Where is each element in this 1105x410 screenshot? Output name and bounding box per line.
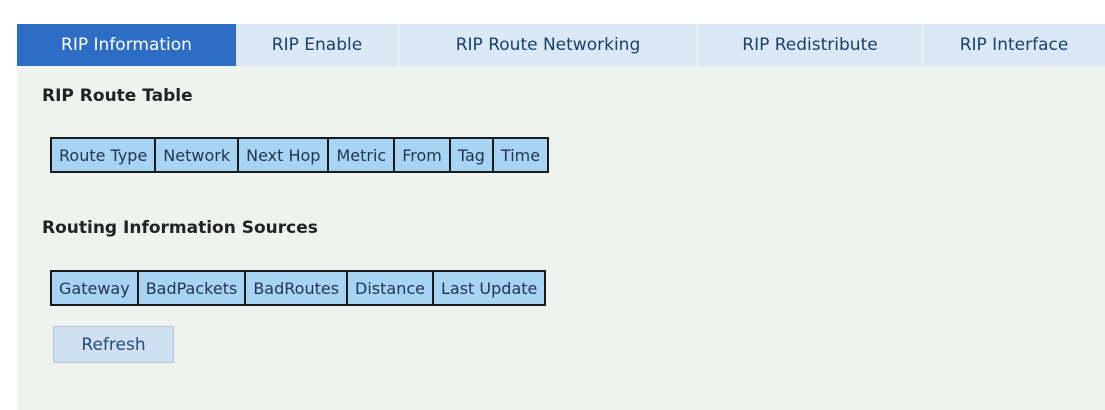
refresh-button[interactable]: Refresh — [53, 326, 174, 363]
column-header: From — [393, 137, 451, 173]
rip-panel: RIP Information RIP Enable RIP Route Net… — [17, 24, 1105, 410]
column-header: Route Type — [49, 137, 157, 173]
column-header: Gateway — [50, 270, 139, 306]
column-header: BadPackets — [136, 270, 247, 306]
column-header: Time — [491, 137, 550, 173]
tab-rip-route-networking[interactable]: RIP Route Networking — [399, 24, 698, 66]
tab-rip-information[interactable]: RIP Information — [17, 24, 236, 66]
route-table: Route Type Network Next Hop Metric From … — [49, 137, 550, 173]
column-header: Tag — [448, 137, 494, 173]
tab-rip-enable[interactable]: RIP Enable — [236, 24, 399, 66]
tab-rip-redistribute[interactable]: RIP Redistribute — [698, 24, 923, 66]
tab-rip-interface[interactable]: RIP Interface — [923, 24, 1105, 66]
sources-table: Gateway BadPackets BadRoutes Distance La… — [50, 270, 547, 306]
route-table-header-row: Route Type Network Next Hop Metric From … — [49, 137, 550, 173]
column-header: Distance — [346, 270, 434, 306]
route-table-title: RIP Route Table — [42, 86, 193, 106]
column-header: Metric — [327, 137, 396, 173]
column-header: Next Hop — [237, 137, 330, 173]
tab-bar: RIP Information RIP Enable RIP Route Net… — [17, 24, 1105, 66]
column-header: Last Update — [431, 270, 547, 306]
column-header: BadRoutes — [244, 270, 349, 306]
sources-table-title: Routing Information Sources — [42, 218, 318, 238]
sources-table-header-row: Gateway BadPackets BadRoutes Distance La… — [50, 270, 547, 306]
column-header: Network — [154, 137, 240, 173]
